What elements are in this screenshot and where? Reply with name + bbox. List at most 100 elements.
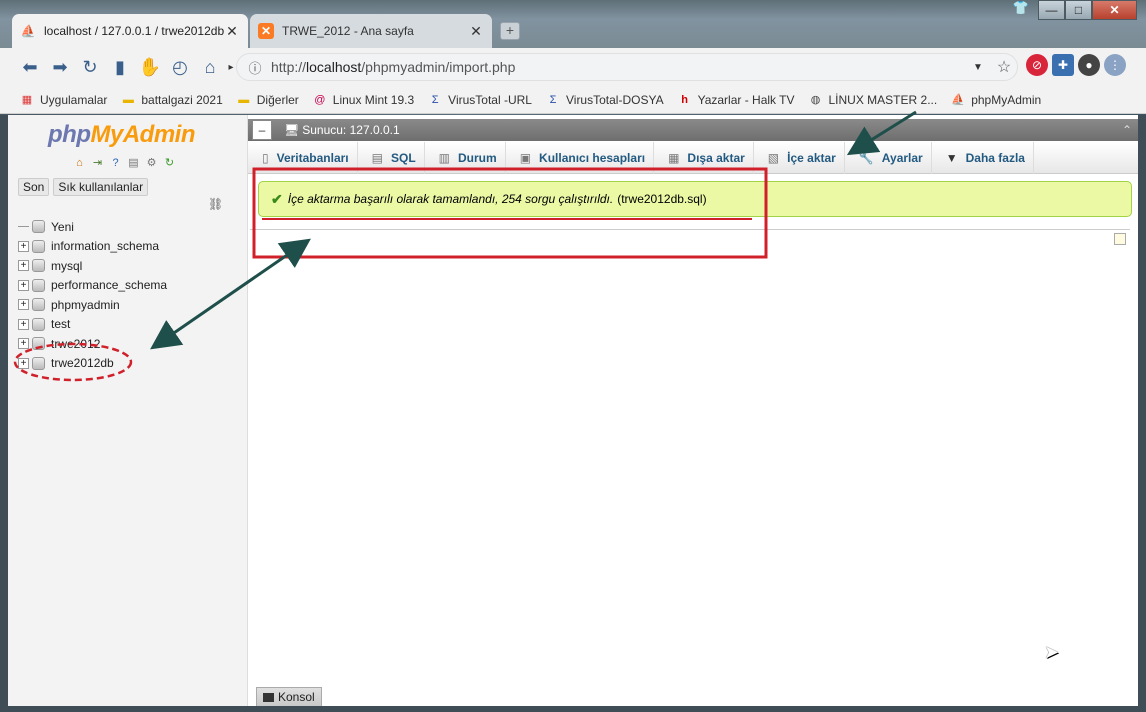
database-icon xyxy=(32,356,45,370)
expand-icon[interactable]: + xyxy=(18,318,29,330)
folder-icon: ▬ xyxy=(238,93,250,106)
maximize-button[interactable]: □ xyxy=(1065,0,1092,20)
expand-icon[interactable]: + xyxy=(18,279,29,291)
logout-icon[interactable]: ⇥ xyxy=(90,155,105,170)
bookmarks-bar: ▦ Uygulamalar ▬ battalgazi 2021 ▬ Diğerler … xyxy=(0,86,1146,114)
tab-databases[interactable]: ▯ Veritabanları xyxy=(248,141,358,174)
tab-phpmyadmin[interactable]: ⛵ localhost / 127.0.0.1 / trwe2012db ✕ xyxy=(12,14,248,48)
checkmark-icon: ✔ xyxy=(271,190,283,207)
mouse-cursor-icon: ➤ xyxy=(1044,642,1060,662)
database-tree: Yeni + information_schema + mysql + perform… xyxy=(18,217,243,373)
tab-settings[interactable]: 🔧 Ayarlar xyxy=(845,141,932,174)
favorites-tab[interactable]: Sık kullanılanlar xyxy=(53,178,149,196)
expand-icon[interactable]: + xyxy=(18,338,29,350)
bookmark-halktv[interactable]: h Yazarlar - Halk TV xyxy=(678,93,794,107)
link-chain-icon[interactable]: ⛓ xyxy=(208,197,223,211)
database-icon xyxy=(32,337,45,351)
database-item[interactable]: + trwe2012 xyxy=(18,334,243,354)
caret-down-icon: ▼ xyxy=(945,150,958,165)
server-label[interactable]: Sunucu: 127.0.0.1 xyxy=(302,123,399,137)
bookmark-linux-master[interactable]: ◍ LİNUX MASTER 2... xyxy=(809,93,938,107)
sidebar-icons: ⌂ ⇥ ? ▤ ⚙ ↻ xyxy=(72,155,177,170)
url-text[interactable]: http://localhost/phpmyadmin/import.php xyxy=(267,59,973,75)
puzzle-icon[interactable]: ✚ xyxy=(1052,54,1074,76)
bookmark-virustotal-url[interactable]: Σ VirusTotal -URL xyxy=(428,93,532,107)
browser-toolbar: ⬅ ➡ ↻ ▮ ✋ ◴ ⌂ ▸ ⓘ http://localhost/phpmy… xyxy=(0,48,1146,86)
home-icon[interactable]: ⌂ xyxy=(196,53,224,81)
settings-gear-icon[interactable]: ⚙ xyxy=(144,155,159,170)
tab-status[interactable]: ▥ Durum xyxy=(425,141,506,174)
profile-icon[interactable]: ● xyxy=(1078,54,1100,76)
database-item-trwe2012db[interactable]: + trwe2012db xyxy=(18,354,243,374)
info-icon[interactable]: ⓘ xyxy=(243,58,267,77)
bookmark-battalgazi[interactable]: ▬ battalgazi 2021 xyxy=(121,93,223,107)
tab-export[interactable]: ▦ Dışa aktar xyxy=(654,141,754,174)
phpmyadmin-logo[interactable]: phpMyAdmin xyxy=(48,121,195,149)
new-database-item[interactable]: Yeni xyxy=(18,217,243,237)
import-icon: ▧ xyxy=(767,150,780,165)
tab-title: localhost / 127.0.0.1 / trwe2012db xyxy=(44,24,224,38)
more-arrow-icon[interactable]: ▸ xyxy=(226,53,236,81)
expand-icon[interactable]: + xyxy=(18,299,29,311)
status-icon: ▥ xyxy=(438,150,451,165)
tab-close-icon[interactable]: ✕ xyxy=(224,23,240,40)
export-icon: ▦ xyxy=(668,150,680,165)
database-item[interactable]: + phpmyadmin xyxy=(18,295,243,315)
tab-more[interactable]: ▼ Daha fazla xyxy=(932,141,1034,174)
home-icon[interactable]: ⌂ xyxy=(72,155,87,170)
docs-icon[interactable]: ▤ xyxy=(126,155,141,170)
database-icon xyxy=(32,239,45,253)
tab-close-icon[interactable]: ✕ xyxy=(468,23,484,40)
tab-sql[interactable]: ▤ SQL xyxy=(358,141,425,174)
adblock-icon[interactable]: ⊘ xyxy=(1026,54,1048,76)
star-icon[interactable]: ☆ xyxy=(991,57,1017,77)
bookmark-apps[interactable]: ▦ Uygulamalar xyxy=(20,93,108,107)
dropdown-icon[interactable]: ▼ xyxy=(973,62,991,73)
tab-user-accounts[interactable]: ▣ Kullanıcı hesapları xyxy=(506,141,655,174)
expand-icon[interactable]: + xyxy=(18,357,29,369)
window-border-bottom xyxy=(0,706,1146,712)
pma-favicon-icon: ⛵ xyxy=(20,24,36,38)
bookmark-phpmyadmin[interactable]: ⛵ phpMyAdmin xyxy=(951,93,1041,107)
minimize-button[interactable]: — xyxy=(1038,0,1065,20)
forward-arrow-icon[interactable]: ➡ xyxy=(46,53,74,81)
bookmark-book-icon[interactable]: ▮ xyxy=(106,53,134,81)
new-database-icon xyxy=(32,220,45,234)
clock-icon[interactable]: ◴ xyxy=(166,53,194,81)
tab-trwe-home[interactable]: ✕ TRWE_2012 - Ana sayfa ✕ xyxy=(250,14,492,48)
refresh-icon[interactable]: ↻ xyxy=(162,155,177,170)
console-button[interactable]: Konsol xyxy=(256,687,322,706)
expand-icon[interactable]: + xyxy=(18,240,29,252)
menu-icon[interactable]: ⋮ xyxy=(1104,54,1126,76)
help-icon[interactable]: ? xyxy=(108,155,123,170)
database-item[interactable]: + test xyxy=(18,315,243,335)
database-item[interactable]: + mysql xyxy=(18,256,243,276)
back-arrow-icon[interactable]: ⬅ xyxy=(16,53,44,81)
bookmark-linux-mint[interactable]: @ Linux Mint 19.3 xyxy=(313,93,414,107)
close-window-button[interactable]: ✕ xyxy=(1092,0,1137,20)
tab-title: TRWE_2012 - Ana sayfa xyxy=(282,24,414,38)
apps-grid-icon: ▦ xyxy=(21,94,33,106)
database-icon xyxy=(32,298,45,312)
tab-import[interactable]: ▧ İçe aktar xyxy=(754,141,845,174)
virustotal-icon: Σ xyxy=(549,93,557,106)
database-icon xyxy=(32,259,45,273)
database-icon xyxy=(32,317,45,331)
window-controls: 👕 xyxy=(1010,0,1032,20)
hand-icon[interactable]: ✋ xyxy=(136,53,164,81)
collapse-sidebar-button[interactable]: – xyxy=(252,120,272,140)
expand-icon[interactable]: + xyxy=(18,260,29,272)
database-item[interactable]: + performance_schema xyxy=(18,276,243,296)
bookmark-virustotal-dosya[interactable]: Σ VirusTotal-DOSYA xyxy=(546,93,664,107)
database-item[interactable]: + information_schema xyxy=(18,237,243,257)
scroll-top-icon[interactable]: ⌃ xyxy=(1122,123,1132,137)
recent-tab[interactable]: Son xyxy=(18,178,50,196)
note-icon[interactable] xyxy=(1114,233,1126,245)
main-tabs: ▯ Veritabanları ▤ SQL ▥ Durum ▣ Kullanıcı he… xyxy=(248,141,1138,174)
new-tab-button[interactable]: + xyxy=(500,22,520,40)
main-panel: – 🖥 Sunucu: 127.0.0.1 ⌃ ▯ Veritabanları ▤… xyxy=(248,115,1138,706)
reload-icon[interactable]: ↻ xyxy=(76,53,104,81)
bookmark-digerler[interactable]: ▬ Diğerler xyxy=(237,93,299,107)
xampp-favicon-icon: ✕ xyxy=(258,23,274,39)
address-bar[interactable]: ⓘ http://localhost/phpmyadmin/import.php… xyxy=(236,53,1018,81)
